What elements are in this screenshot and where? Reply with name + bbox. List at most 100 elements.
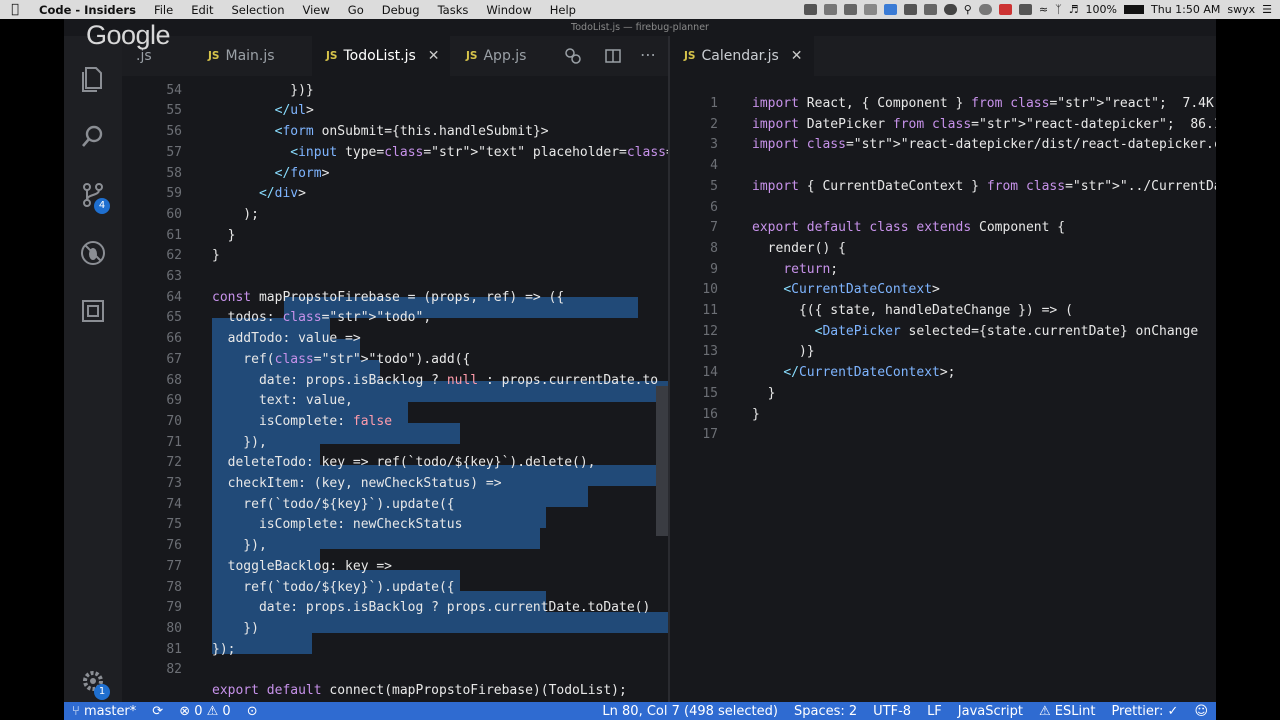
close-icon[interactable]: ✕ xyxy=(791,48,803,64)
tray-app-icon[interactable] xyxy=(998,4,1012,15)
line-number: 77 xyxy=(166,558,182,574)
google-logo-overlay: Google xyxy=(86,20,171,50)
indentation[interactable]: Spaces: 2 xyxy=(786,704,865,719)
battery-icon[interactable] xyxy=(1124,5,1144,14)
source-control-icon[interactable]: 4 xyxy=(78,180,110,214)
battery-percent[interactable]: 100% xyxy=(1086,3,1117,16)
tab-todolist-js[interactable]: JS TodoList.js ✕ xyxy=(312,36,450,76)
menu-window[interactable]: Window xyxy=(477,3,540,17)
code-line: import React, { Component } from class="… xyxy=(752,96,1214,111)
code-line: }) xyxy=(212,620,259,636)
line-number: 63 xyxy=(166,269,182,284)
line-number: 64 xyxy=(166,289,182,305)
line-number: 56 xyxy=(166,124,182,140)
tray-app-icon[interactable] xyxy=(978,4,992,15)
line-ending[interactable]: LF xyxy=(919,704,950,719)
settings-gear-icon[interactable]: 1 xyxy=(78,666,110,700)
clock[interactable]: Thu 1:50 AM xyxy=(1151,3,1220,16)
source-control-badge: 4 xyxy=(94,198,110,214)
menu-go[interactable]: Go xyxy=(339,3,373,17)
cursor-position[interactable]: Ln 80, Col 7 (498 selected) xyxy=(594,704,786,719)
search-icon[interactable]: ⚲ xyxy=(964,3,972,16)
tab-app-js[interactable]: JS App.js xyxy=(452,36,572,76)
language-mode[interactable]: JavaScript xyxy=(950,704,1031,719)
code-line: <input type=class="str">"text" placehold… xyxy=(290,144,668,160)
more-actions-icon[interactable]: ⋯ xyxy=(640,45,656,64)
bluetooth-icon[interactable]: ᛉ xyxy=(1055,3,1062,16)
git-branch[interactable]: ⑂ master* xyxy=(64,704,144,719)
problems-indicator[interactable]: ⊗ 0 ⚠ 0 xyxy=(171,704,239,719)
code-line: )} xyxy=(752,344,815,360)
open-changes-icon[interactable] xyxy=(564,47,582,69)
menu-file[interactable]: File xyxy=(145,3,182,17)
code-line: const mapPropstoFirebase = (props, ref) … xyxy=(212,289,565,305)
live-share-icon[interactable]: ⊙ xyxy=(239,704,266,719)
code-line: ); xyxy=(212,206,259,222)
tray-app-icon[interactable] xyxy=(803,4,817,15)
menu-app-name[interactable]: Code - Insiders xyxy=(30,3,145,17)
extensions-icon[interactable] xyxy=(78,296,108,326)
menu-selection[interactable]: Selection xyxy=(222,3,293,17)
close-icon[interactable]: ✕ xyxy=(428,48,440,64)
tray-app-icon[interactable] xyxy=(1018,4,1032,15)
code-line: import { CurrentDateContext } from class… xyxy=(752,178,1216,194)
explorer-icon[interactable] xyxy=(78,64,108,94)
line-number: 79 xyxy=(166,600,182,616)
line-number: 60 xyxy=(166,206,182,222)
code-line: deleteTodo: key => ref(`todo/${key}`).de… xyxy=(212,455,596,471)
menu-view[interactable]: View xyxy=(293,3,338,17)
line-number: 55 xyxy=(166,103,182,119)
sync-icon[interactable]: ⟳ xyxy=(144,704,171,719)
code-line: </ul> xyxy=(274,103,314,119)
js-file-icon: JS xyxy=(684,50,696,62)
menu-tasks[interactable]: Tasks xyxy=(429,3,478,17)
code-line: export default class extends Component { xyxy=(752,220,1066,236)
menu-help[interactable]: Help xyxy=(541,3,585,17)
prettier-status[interactable]: Prettier: ✓ xyxy=(1103,704,1186,719)
wifi-icon[interactable]: ≈ xyxy=(1039,3,1048,16)
code-line: import class="str">"react-datepicker/dis… xyxy=(752,137,1216,153)
line-number: 16 xyxy=(702,406,718,422)
tray-app-icon[interactable] xyxy=(943,4,957,15)
code-line: <DatePicker selected={state.currentDate}… xyxy=(814,323,1199,339)
volume-icon[interactable]: ♬ xyxy=(1069,3,1079,16)
apple-icon[interactable]:  xyxy=(0,2,30,17)
tab-main-js[interactable]: JS Main.js xyxy=(194,36,312,76)
code-line: render() { xyxy=(752,240,846,256)
tab-calendar-js[interactable]: JS Calendar.js ✕ xyxy=(670,36,814,76)
eslint-status[interactable]: ⚠ ESLint xyxy=(1031,704,1103,719)
tray-app-icon[interactable] xyxy=(843,4,857,15)
line-number: 71 xyxy=(166,434,182,450)
code-line: </CurrentDateContext>; xyxy=(783,365,956,381)
menu-debug[interactable]: Debug xyxy=(373,3,429,17)
tray-app-icon[interactable] xyxy=(923,4,937,15)
tray-app-icon[interactable] xyxy=(863,4,877,15)
code-line: <form onSubmit={this.handleSubmit}> xyxy=(274,124,549,140)
split-editor-icon[interactable] xyxy=(604,47,622,69)
feedback-smiley-icon[interactable]: ☺ xyxy=(1186,704,1216,719)
code-line: addTodo: value => xyxy=(212,331,361,347)
tray-app-icon[interactable] xyxy=(903,4,917,15)
right-tab-bar: JS Calendar.js ✕ xyxy=(670,36,1216,76)
code-line: ref(`todo/${key}`).update({ xyxy=(212,579,455,595)
line-number: 59 xyxy=(166,186,182,202)
tray-app-icon[interactable] xyxy=(823,4,837,15)
code-line: })} xyxy=(212,82,314,98)
code-line: todos: class="str">"todo", xyxy=(212,310,432,326)
tab-label: Main.js xyxy=(225,48,275,64)
search-icon[interactable] xyxy=(78,122,108,152)
error-count: 0 xyxy=(194,703,203,719)
menu-edit[interactable]: Edit xyxy=(182,3,222,17)
tray-app-icon[interactable] xyxy=(883,4,897,15)
scrollbar-thumb[interactable] xyxy=(656,386,668,536)
file-encoding[interactable]: UTF-8 xyxy=(865,704,919,719)
right-editor[interactable]: 1 import React, { Component } from class=… xyxy=(670,76,1216,702)
code-line: }), xyxy=(212,538,267,554)
tab-label: Calendar.js xyxy=(701,48,779,64)
left-editor[interactable]: })} 54 })} 55 </ul> 56 <form onSubmit={this… xyxy=(122,76,668,702)
debug-icon[interactable] xyxy=(78,238,108,268)
notification-center-icon[interactable]: ☰ xyxy=(1262,3,1272,16)
line-number: 17 xyxy=(702,427,718,443)
eslint-label: ESLint xyxy=(1054,703,1096,719)
user-name[interactable]: swyx xyxy=(1227,3,1255,16)
